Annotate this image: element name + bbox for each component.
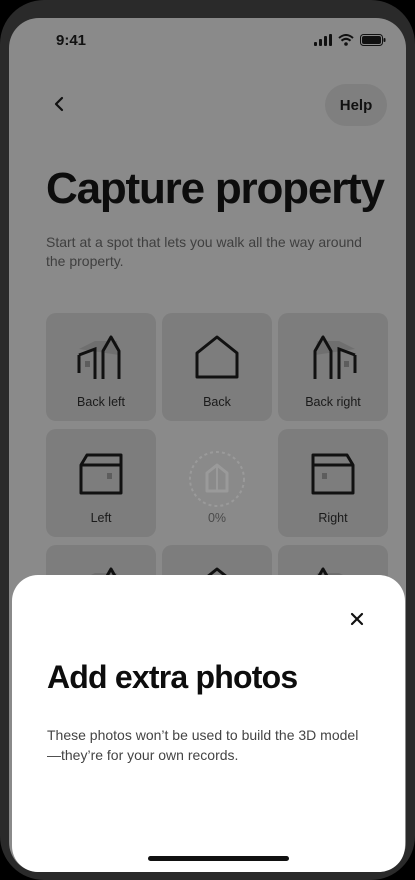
tile-label: Left <box>90 511 112 525</box>
wifi-icon <box>338 34 354 46</box>
back-button[interactable] <box>47 92 71 116</box>
status-time: 9:41 <box>56 32 87 49</box>
house-back-left-icon <box>77 335 121 379</box>
page-subtitle: Start at a spot that lets you walk all t… <box>46 234 362 269</box>
tile-label: Right <box>318 511 348 525</box>
tile-label: Back right <box>305 395 361 409</box>
tile-left[interactable]: Left <box>46 429 156 537</box>
sheet-title: Add extra photos <box>47 659 298 695</box>
close-icon <box>350 612 364 626</box>
close-button[interactable] <box>347 609 367 629</box>
house-right-icon <box>311 453 355 495</box>
page-title: Capture property <box>46 164 385 213</box>
house-back-icon <box>195 335 239 379</box>
tile-back-right[interactable]: Back right <box>278 313 388 421</box>
home-indicator <box>148 856 289 861</box>
progress-label: 0% <box>207 511 227 525</box>
tile-back[interactable]: Back <box>162 313 272 421</box>
bottom-sheet: Add extra photos These photos won’t be u… <box>12 575 405 872</box>
house-left-icon <box>79 453 123 495</box>
house-back-right-icon <box>313 335 357 379</box>
signal-icon <box>314 34 332 46</box>
chevron-left-icon <box>54 96 64 112</box>
tile-back-left[interactable]: Back left <box>46 313 156 421</box>
phone-frame: 9:41 Help Capture property Start at a sp… <box>0 0 415 880</box>
progress-house-icon <box>189 451 245 507</box>
tile-right[interactable]: Right <box>278 429 388 537</box>
status-icons <box>314 34 386 46</box>
tile-label: Back left <box>77 395 125 409</box>
tile-label: Back <box>203 395 231 409</box>
battery-icon <box>360 34 386 46</box>
help-button[interactable]: Help <box>325 84 387 126</box>
sheet-body: These photos won’t be used to build the … <box>47 727 359 763</box>
capture-progress: 0% <box>162 429 272 537</box>
